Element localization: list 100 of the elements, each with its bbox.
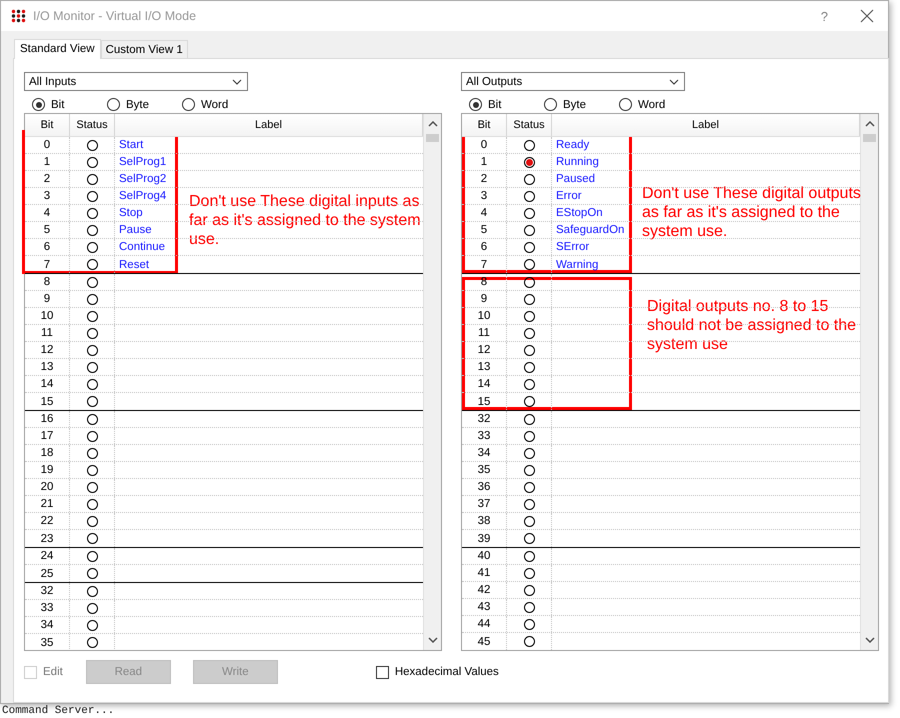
io-label: Warning xyxy=(556,258,598,270)
bit-number: 22 xyxy=(25,513,70,529)
caret-icon xyxy=(232,78,242,84)
bit-number: 23 xyxy=(25,530,70,547)
bit-number: 0 xyxy=(462,137,507,153)
radio-label[interactable]: Word xyxy=(638,98,666,110)
radio-button[interactable] xyxy=(107,98,120,111)
radio-button[interactable] xyxy=(544,98,557,111)
bit-number: 8 xyxy=(25,274,70,290)
io-label: SError xyxy=(556,241,590,253)
column-header[interactable]: Bit xyxy=(25,114,70,136)
bit-number: 16 xyxy=(25,411,70,427)
bit-number: 12 xyxy=(25,342,70,358)
app-icon xyxy=(11,9,27,23)
bit-number: 35 xyxy=(25,634,70,650)
bit-number: 3 xyxy=(462,188,507,204)
bit-number: 10 xyxy=(462,308,507,324)
scrollbar[interactable] xyxy=(423,114,441,650)
bit-number: 40 xyxy=(462,548,507,564)
bit-number: 42 xyxy=(462,582,507,598)
scroll-thumb[interactable] xyxy=(426,134,439,142)
scroll-thumb[interactable] xyxy=(863,134,876,142)
caret-icon xyxy=(669,78,679,84)
radio-label[interactable]: Bit xyxy=(51,98,64,110)
bit-number: 45 xyxy=(462,633,507,650)
checkbox-label[interactable]: Hexadecimal Values xyxy=(394,666,499,678)
bit-number: 32 xyxy=(462,411,507,427)
radio-label[interactable]: Bit xyxy=(488,98,502,110)
bit-number: 6 xyxy=(462,239,507,255)
close-icon[interactable] xyxy=(860,9,874,23)
bit-number: 6 xyxy=(25,239,70,255)
bit-number: 32 xyxy=(25,583,70,599)
dropdown[interactable]: All Inputs xyxy=(24,72,248,91)
annotation-text: Don't use These digital outputs as far as it's assigned to the system use. xyxy=(642,184,862,241)
io-label: SafeguardOn xyxy=(556,224,624,236)
io-label: Ready xyxy=(556,139,590,151)
bit-number: 33 xyxy=(462,428,507,444)
radio-button[interactable] xyxy=(469,98,482,111)
bit-number: 21 xyxy=(25,496,70,512)
scroll-up-icon[interactable] xyxy=(428,121,438,127)
bit-number: 15 xyxy=(25,393,70,410)
bit-number: 5 xyxy=(462,222,507,238)
bit-number: 17 xyxy=(25,428,70,444)
radio-button[interactable] xyxy=(32,98,45,111)
dropdown[interactable]: All Outputs xyxy=(461,72,685,91)
bit-number: 39 xyxy=(462,530,507,547)
radio-label[interactable]: Word xyxy=(201,98,228,110)
bit-number: 18 xyxy=(25,445,70,461)
column-header[interactable]: Status xyxy=(507,114,552,136)
radio-button[interactable] xyxy=(619,98,632,111)
bit-number: 1 xyxy=(462,154,507,170)
io-label: Error xyxy=(556,190,582,202)
bit-number: 11 xyxy=(25,325,70,341)
bit-number: 13 xyxy=(462,359,507,375)
bit-number: 11 xyxy=(462,325,507,341)
bit-number: 7 xyxy=(462,256,507,273)
scroll-down-icon[interactable] xyxy=(428,637,438,643)
bit-number: 10 xyxy=(25,308,70,324)
io-label: Running xyxy=(556,156,599,168)
io-label: SelProg2 xyxy=(119,173,166,185)
scroll-up-icon[interactable] xyxy=(864,121,874,127)
bit-number: 25 xyxy=(25,565,70,582)
bit-number: 41 xyxy=(462,565,507,581)
bit-number: 34 xyxy=(462,445,507,461)
column-header[interactable]: Bit xyxy=(462,114,507,136)
bit-number: 4 xyxy=(462,205,507,221)
bit-number: 37 xyxy=(462,496,507,512)
bit-number: 9 xyxy=(462,291,507,307)
help-button[interactable]: ? xyxy=(816,8,832,24)
io-label: Continue xyxy=(119,241,166,253)
bit-number: 36 xyxy=(462,479,507,495)
tab[interactable]: Standard View xyxy=(14,39,101,59)
io-label: EStopOn xyxy=(556,207,603,219)
window-title: I/O Monitor - Virtual I/O Mode xyxy=(33,9,198,23)
bit-number: 1 xyxy=(25,154,70,170)
radio-button[interactable] xyxy=(182,98,195,111)
bit-number: 33 xyxy=(25,600,70,616)
column-header[interactable]: Status xyxy=(70,114,115,136)
hexadecimal-checkbox[interactable] xyxy=(376,666,389,678)
bit-number: 24 xyxy=(25,548,70,564)
radio-label[interactable]: Byte xyxy=(126,98,150,110)
bit-number: 14 xyxy=(25,376,70,392)
io-label: Pause xyxy=(119,224,152,236)
io-label: SelProg1 xyxy=(119,156,166,168)
bit-number: 44 xyxy=(462,616,507,632)
bit-number: 35 xyxy=(462,462,507,478)
bit-number: 4 xyxy=(25,205,70,221)
bit-number: 2 xyxy=(462,171,507,187)
io-label: SelProg4 xyxy=(119,190,166,202)
radio-label[interactable]: Byte xyxy=(563,98,586,110)
bit-number: 14 xyxy=(462,376,507,392)
bit-number: 2 xyxy=(25,171,70,187)
console-text: Command Server... xyxy=(2,705,114,717)
bit-number: 12 xyxy=(462,342,507,358)
tab[interactable]: Custom View 1 xyxy=(100,40,188,58)
scroll-down-icon[interactable] xyxy=(864,637,874,643)
bit-number: 38 xyxy=(462,513,507,529)
bit-number: 34 xyxy=(25,617,70,633)
bit-number: 43 xyxy=(462,599,507,615)
scrollbar[interactable] xyxy=(860,114,878,650)
